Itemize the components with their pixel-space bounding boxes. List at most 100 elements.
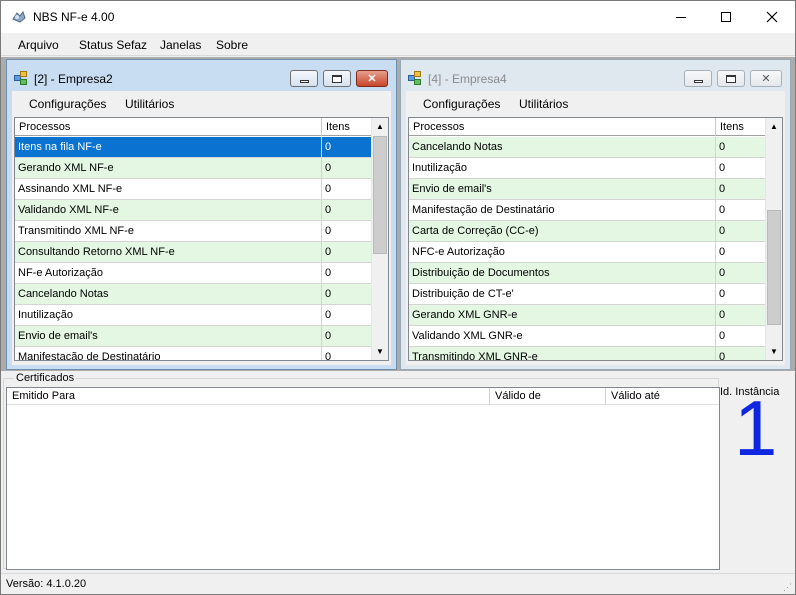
cell-process: Distribuição de CT-e' [409,284,716,304]
scroll-up-icon[interactable]: ▲ [766,118,782,135]
table-row[interactable]: Distribuição de CT-e' 0 [409,284,767,305]
scroll-up-icon[interactable]: ▲ [372,118,388,135]
window-title: NBS NF-e 4.00 [33,10,115,24]
processos-grid[interactable]: Processos Itens Itens na fila NF-e 0 Gera… [14,117,389,361]
child-maximize-button[interactable] [717,70,745,87]
cell-count: 0 [322,221,373,241]
table-row[interactable]: Inutilização 0 [409,158,767,179]
table-row[interactable]: Gerando XML GNR-e 0 [409,305,767,326]
minimize-icon [299,79,309,83]
cell-process: NFC-e Autorização [409,242,716,262]
table-row[interactable]: NF-e Autorização 0 [15,263,373,284]
cell-process: Distribuição de Documentos [409,263,716,283]
cell-count: 0 [322,347,373,360]
minimize-icon [693,79,703,83]
menu-utilitarios[interactable]: Utilitários [519,97,568,111]
cell-count: 0 [716,137,767,157]
cell-process: Carta de Correção (CC-e) [409,221,716,241]
table-row[interactable]: Envio de email's 0 [409,179,767,200]
child-menu-bar: Configurações Utilitários [12,91,391,115]
close-icon: ✕ [367,73,377,85]
grid-header: Processos Itens [409,118,767,136]
table-row[interactable]: Inutilização 0 [15,305,373,326]
table-row[interactable]: Transmitindo XML NF-e 0 [15,221,373,242]
cell-count: 0 [322,305,373,325]
close-icon: ✕ [761,73,771,85]
maximize-icon [726,74,736,83]
table-row[interactable]: Validando XML GNR-e 0 [409,326,767,347]
cell-count: 0 [716,221,767,241]
menu-utilitarios[interactable]: Utilitários [125,97,174,111]
scroll-down-icon[interactable]: ▼ [766,343,782,360]
table-row[interactable]: NFC-e Autorização 0 [409,242,767,263]
child-title: [2] - Empresa2 [34,72,113,86]
menu-sobre[interactable]: Sobre [216,38,248,52]
grid-body: Cancelando Notas 0 Inutilização 0 Envio de… [409,137,767,360]
cell-process: Manifestação de Destinatário [15,347,322,360]
table-row[interactable]: Manifestação de Destinatário 0 [409,200,767,221]
menu-janelas[interactable]: Janelas [160,38,201,52]
vertical-scrollbar[interactable]: ▲ ▼ [765,118,782,360]
column-valido-ate[interactable]: Válido até [606,388,719,405]
column-itens[interactable]: Itens [716,118,767,136]
column-valido-de[interactable]: Válido de [490,388,606,405]
child-close-button[interactable]: ✕ [356,70,388,87]
cell-process: Manifestação de Destinatário [409,200,716,220]
column-processos[interactable]: Processos [15,118,322,136]
scroll-down-icon[interactable]: ▼ [372,343,388,360]
processos-grid[interactable]: Processos Itens Cancelando Notas 0 Inutil… [408,117,783,361]
table-row[interactable]: Distribuição de Documentos 0 [409,263,767,284]
cell-process: Envio de email's [409,179,716,199]
cell-count: 0 [322,242,373,262]
child-minimize-button[interactable] [290,70,318,87]
child-title-bar[interactable]: [2] - Empresa2 ✕ [7,60,396,90]
table-row[interactable]: Consultando Retorno XML NF-e 0 [15,242,373,263]
maximize-button[interactable] [703,1,749,33]
menu-arquivo[interactable]: Arquivo [18,38,59,52]
scroll-thumb[interactable] [373,136,387,254]
table-row[interactable]: Carta de Correção (CC-e) 0 [409,221,767,242]
table-row[interactable]: Manifestação de Destinatário 0 [15,347,373,360]
app-icon [12,10,26,23]
child-window-empresa4[interactable]: [4] - Empresa4 ✕ Configurações Utilitári… [400,59,791,370]
child-minimize-button[interactable] [684,70,712,87]
cell-process: Inutilização [15,305,322,325]
certificados-header: Emitido Para Válido de Válido até [7,388,719,405]
menu-configuracoes[interactable]: Configurações [423,97,500,111]
menu-status-sefaz[interactable]: Status Sefaz [79,38,147,52]
cell-process: Validando XML GNR-e [409,326,716,346]
vertical-scrollbar[interactable]: ▲ ▼ [371,118,388,360]
resize-grip-icon[interactable]: ⋰ [783,582,793,592]
column-processos[interactable]: Processos [409,118,716,136]
certificados-legend: Certificados [14,372,77,384]
child-title-bar[interactable]: [4] - Empresa4 ✕ [401,60,790,90]
cell-process: NF-e Autorização [15,263,322,283]
cell-count: 0 [322,137,373,157]
child-maximize-button[interactable] [323,70,351,87]
table-row[interactable]: Assinando XML NF-e 0 [15,179,373,200]
table-row[interactable]: Gerando XML NF-e 0 [15,158,373,179]
child-close-button[interactable]: ✕ [750,70,782,87]
table-row[interactable]: Itens na fila NF-e 0 [15,137,373,158]
cell-count: 0 [322,179,373,199]
cell-process: Transmitindo XML GNR-e [409,347,716,360]
column-itens[interactable]: Itens [322,118,373,136]
table-row[interactable]: Transmitindo XML GNR-e 0 [409,347,767,360]
table-row[interactable]: Validando XML NF-e 0 [15,200,373,221]
cell-count: 0 [716,242,767,262]
cell-count: 0 [716,200,767,220]
menu-configuracoes[interactable]: Configurações [29,97,106,111]
scroll-thumb[interactable] [767,210,781,325]
column-emitido-para[interactable]: Emitido Para [7,388,490,405]
table-row[interactable]: Cancelando Notas 0 [409,137,767,158]
child-window-empresa2[interactable]: [2] - Empresa2 ✕ Configurações Utilitári… [6,59,397,370]
cell-process: Cancelando Notas [409,137,716,157]
minimize-button[interactable] [658,1,704,33]
child-content: Configurações Utilitários Processos Iten… [12,91,391,365]
certificados-list[interactable]: Emitido Para Válido de Válido até [6,387,720,570]
table-row[interactable]: Envio de email's 0 [15,326,373,347]
status-bar: Versão: 4.1.0.20 ⋰ [1,573,795,594]
cell-process: Cancelando Notas [15,284,322,304]
table-row[interactable]: Cancelando Notas 0 [15,284,373,305]
close-button[interactable] [749,1,795,33]
